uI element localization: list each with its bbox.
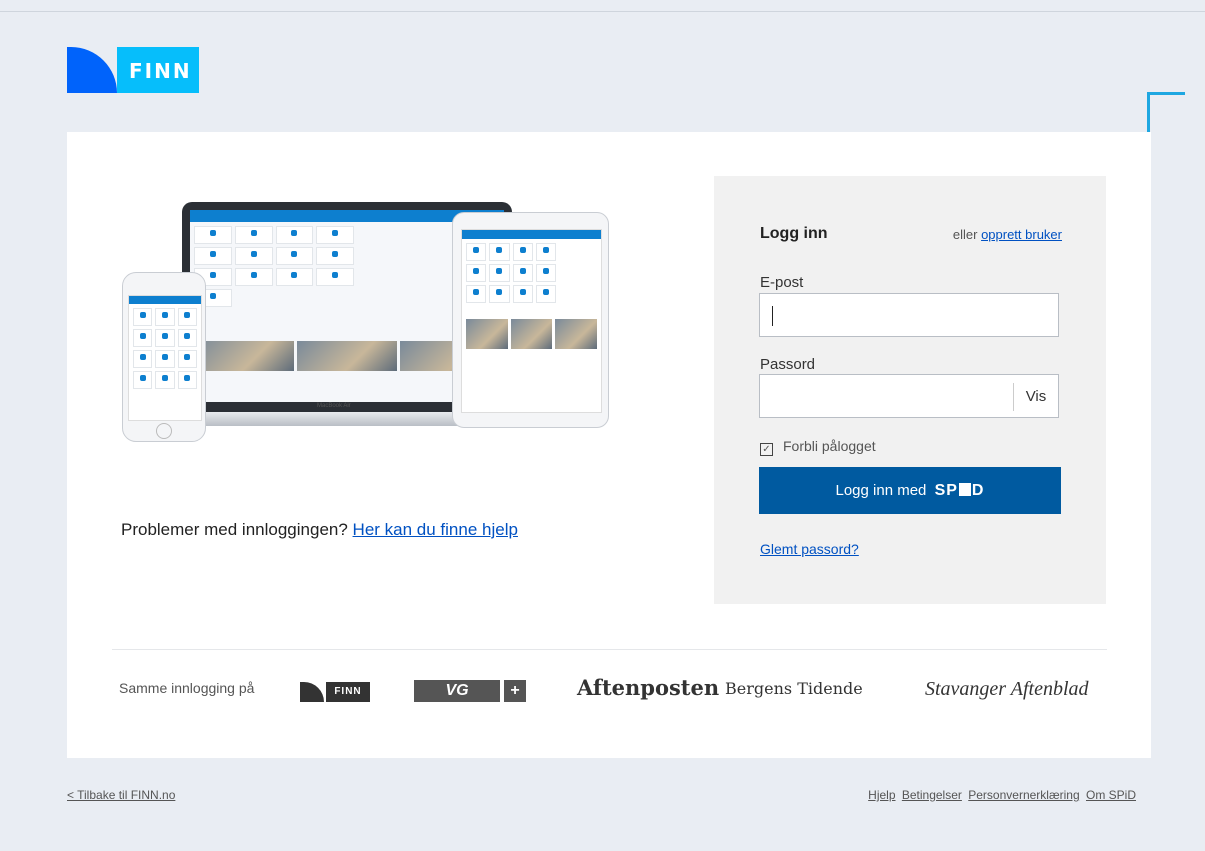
finn-logo-text: FINN bbox=[129, 59, 192, 83]
help-link[interactable]: Her kan du finne hjelp bbox=[353, 520, 518, 539]
same-login-label: Samme innlogging på bbox=[119, 680, 255, 696]
email-field[interactable] bbox=[759, 293, 1059, 337]
annotation-arrow-top bbox=[1147, 92, 1185, 95]
create-account-link[interactable]: opprett bruker bbox=[981, 227, 1062, 242]
finn-logo[interactable]: FINN bbox=[67, 47, 199, 93]
password-field[interactable]: Vis bbox=[759, 374, 1059, 418]
finn-logo-shape bbox=[67, 47, 117, 93]
show-password-button[interactable]: Vis bbox=[1013, 383, 1058, 411]
help-prefix: Problemer med innloggingen? bbox=[121, 520, 348, 539]
text-caret bbox=[772, 306, 773, 326]
login-panel: Logg inn eller opprett bruker E-post Pas… bbox=[714, 176, 1106, 604]
footer-links: Hjelp Betingelser Personvernerklæring Om… bbox=[865, 788, 1136, 802]
password-label: Passord bbox=[760, 356, 816, 373]
remember-checkbox-icon[interactable]: ✓ bbox=[760, 443, 773, 456]
footer-link-terms[interactable]: Betingelser bbox=[902, 788, 962, 802]
top-divider bbox=[0, 11, 1205, 12]
tablet-image bbox=[452, 212, 609, 428]
login-title: Logg inn bbox=[760, 225, 828, 242]
partners-divider bbox=[112, 649, 1107, 650]
partner-finn-logo: FINN bbox=[300, 682, 370, 702]
laptop-label: MacBook Air bbox=[317, 403, 351, 409]
email-label: E-post bbox=[760, 274, 804, 291]
help-line: Problemer med innloggingen? Her kan du f… bbox=[121, 520, 518, 540]
remember-me[interactable]: ✓ Forbli pålogget bbox=[760, 438, 876, 456]
forgot-password-link[interactable]: Glemt passord? bbox=[760, 541, 859, 557]
footer-link-about-spid[interactable]: Om SPiD bbox=[1086, 788, 1136, 802]
spid-logo: SP D bbox=[934, 482, 985, 499]
partner-aftenposten-logo: Aftenposten bbox=[577, 675, 720, 700]
or-text: eller bbox=[952, 227, 978, 242]
devices-illustration: MacBook Air bbox=[122, 192, 642, 452]
remember-label: Forbli pålogget bbox=[783, 438, 876, 454]
back-to-finn-link[interactable]: < Tilbake til FINN.no bbox=[67, 788, 175, 802]
partner-bergens-tidende-logo: Bergens Tidende bbox=[725, 679, 863, 698]
partner-vg-logo: VG + bbox=[414, 680, 541, 702]
phone-image bbox=[122, 272, 206, 442]
create-account-line: eller opprett bruker bbox=[953, 227, 1062, 242]
partner-stavanger-aftenblad-logo: Stavanger Aftenblad bbox=[925, 678, 1089, 700]
login-card: MacBook Air Problemer med innloggingen? … bbox=[67, 132, 1151, 758]
footer-link-privacy[interactable]: Personvernerklæring bbox=[968, 788, 1079, 802]
footer-link-help[interactable]: Hjelp bbox=[868, 788, 895, 802]
login-button-label: Logg inn med bbox=[835, 482, 927, 499]
login-submit-button[interactable]: Logg inn med SP D bbox=[759, 467, 1061, 514]
